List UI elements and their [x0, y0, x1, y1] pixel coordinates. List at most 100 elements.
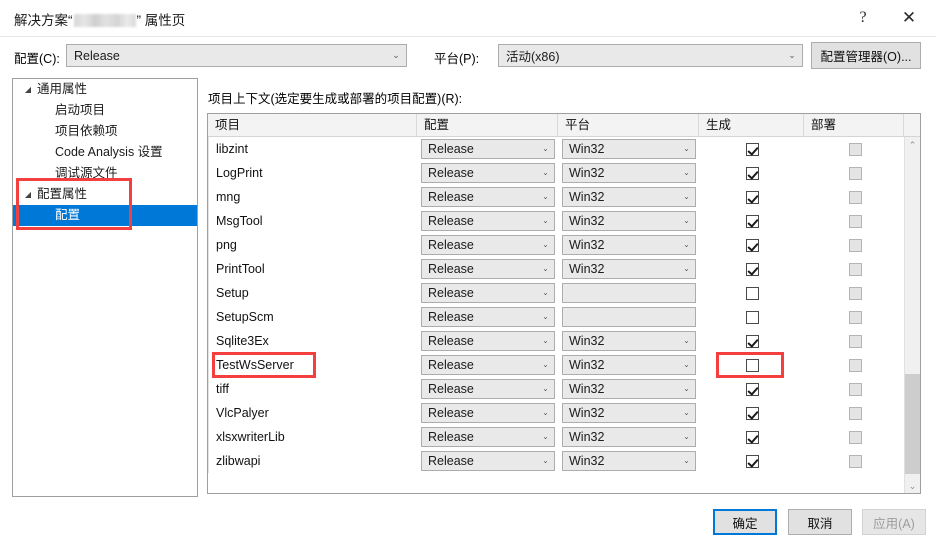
build-checkbox[interactable] — [746, 310, 759, 324]
config-cell-dropdown[interactable]: Release ⌄ — [421, 307, 555, 327]
build-checkbox[interactable] — [746, 334, 759, 348]
platform-cell-dropdown[interactable]: Win32 ⌄ — [562, 163, 696, 183]
scroll-up-icon[interactable]: ⌃ — [905, 137, 920, 153]
tree-item-label: 配置属性 — [37, 187, 88, 201]
config-cell-dropdown[interactable]: Release ⌄ — [421, 259, 555, 279]
chevron-down-icon: ⌄ — [683, 216, 690, 225]
table-row[interactable]: zlibwapi Release ⌄ Win32 ⌄ — [208, 449, 904, 473]
config-cell-dropdown[interactable]: Release ⌄ — [421, 451, 555, 471]
build-checkbox[interactable] — [746, 286, 759, 300]
tree-item-4[interactable]: 调试源文件 — [13, 163, 197, 184]
scrollbar-thumb[interactable] — [905, 374, 920, 474]
column-header-config[interactable]: 配置 — [417, 114, 558, 136]
build-checkbox[interactable] — [746, 142, 759, 156]
table-row[interactable]: MsgTool Release ⌄ Win32 ⌄ — [208, 209, 904, 233]
close-icon[interactable]: ✕ — [888, 0, 930, 36]
platform-cell-dropdown[interactable]: Win32 ⌄ — [562, 403, 696, 423]
build-checkbox[interactable] — [746, 214, 759, 228]
cell-project: xlsxwriterLib — [216, 430, 285, 444]
tree-item-1[interactable]: 启动项目 — [13, 100, 197, 121]
table-row[interactable]: xlsxwriterLib Release ⌄ Win32 ⌄ — [208, 425, 904, 449]
platform-cell-value: Win32 — [569, 214, 605, 228]
config-cell-dropdown[interactable]: Release ⌄ — [421, 379, 555, 399]
config-cell-dropdown[interactable]: Release ⌄ — [421, 427, 555, 447]
platform-cell-dropdown[interactable]: Win32 ⌄ — [562, 355, 696, 375]
platform-cell-dropdown[interactable]: Win32 ⌄ — [562, 139, 696, 159]
config-cell-dropdown[interactable]: Release ⌄ — [421, 163, 555, 183]
cancel-button[interactable]: 取消 — [788, 509, 852, 535]
deploy-checkbox — [848, 310, 862, 324]
build-checkbox[interactable] — [746, 430, 759, 444]
help-icon[interactable]: ? — [842, 0, 884, 36]
build-checkbox[interactable] — [746, 190, 759, 204]
table-row[interactable]: mng Release ⌄ Win32 ⌄ — [208, 185, 904, 209]
column-header-platform[interactable]: 平台 — [558, 114, 699, 136]
config-cell-dropdown[interactable]: Release ⌄ — [421, 211, 555, 231]
table-row[interactable]: PrintTool Release ⌄ Win32 ⌄ — [208, 257, 904, 281]
column-header-deploy[interactable]: 部署 — [804, 114, 904, 136]
config-cell-dropdown[interactable]: Release ⌄ — [421, 355, 555, 375]
config-cell-dropdown[interactable]: Release ⌄ — [421, 235, 555, 255]
platform-cell-dropdown[interactable]: Win32 ⌄ — [562, 259, 696, 279]
configuration-manager-button[interactable]: 配置管理器(O)... — [811, 42, 921, 69]
platform-cell-dropdown[interactable]: ⌄ — [562, 307, 696, 327]
platform-cell-dropdown[interactable]: Win32 ⌄ — [562, 379, 696, 399]
config-cell-dropdown[interactable]: Release ⌄ — [421, 187, 555, 207]
cell-platform: Win32 ⌄ — [559, 353, 700, 377]
cell-build — [700, 329, 805, 353]
table-row[interactable]: Setup Release ⌄ ⌄ — [208, 281, 904, 305]
build-checkbox[interactable] — [746, 262, 759, 276]
table-row[interactable]: LogPrint Release ⌄ Win32 ⌄ — [208, 161, 904, 185]
build-checkbox[interactable] — [746, 358, 759, 372]
tree-item-6[interactable]: 配置 — [13, 205, 197, 226]
expander-icon[interactable]: ◢ — [19, 184, 37, 205]
build-checkbox[interactable] — [746, 238, 759, 252]
tree-item-5[interactable]: ◢ 配置属性 — [13, 184, 197, 205]
platform-cell-value: Win32 — [569, 334, 605, 348]
config-dropdown[interactable]: Release ⌄ — [66, 44, 407, 67]
config-cell-dropdown[interactable]: Release ⌄ — [421, 283, 555, 303]
config-cell-dropdown[interactable]: Release ⌄ — [421, 139, 555, 159]
tree-item-0[interactable]: ◢ 通用属性 — [13, 79, 197, 100]
build-checkbox[interactable] — [746, 406, 759, 420]
build-checkbox[interactable] — [746, 454, 759, 468]
ok-button[interactable]: 确定 — [713, 509, 777, 535]
table-row[interactable]: Sqlite3Ex Release ⌄ Win32 ⌄ — [208, 329, 904, 353]
chevron-down-icon: ⌄ — [542, 432, 549, 441]
table-row[interactable]: TestWsServer Release ⌄ Win32 ⌄ — [208, 353, 904, 377]
platform-cell-dropdown[interactable]: Win32 ⌄ — [562, 235, 696, 255]
table-row[interactable]: png Release ⌄ Win32 ⌄ — [208, 233, 904, 257]
platform-cell-dropdown[interactable]: ⌄ — [562, 283, 696, 303]
platform-cell-dropdown[interactable]: Win32 ⌄ — [562, 211, 696, 231]
table-row[interactable]: VlcPalyer Release ⌄ Win32 ⌄ — [208, 401, 904, 425]
deploy-checkbox — [848, 430, 862, 444]
platform-cell-dropdown[interactable]: Win32 ⌄ — [562, 427, 696, 447]
platform-dropdown[interactable]: 活动(x86) ⌄ — [498, 44, 803, 67]
cell-platform: Win32 ⌄ — [559, 233, 700, 257]
cell-deploy — [805, 281, 905, 305]
list-scrollbar[interactable]: ⌃ ⌄ — [904, 137, 920, 493]
tree-item-3[interactable]: Code Analysis 设置 — [13, 142, 197, 163]
build-checkbox[interactable] — [746, 166, 759, 180]
platform-cell-dropdown[interactable]: Win32 ⌄ — [562, 187, 696, 207]
expander-icon[interactable]: ◢ — [19, 79, 37, 100]
platform-cell-dropdown[interactable]: Win32 ⌄ — [562, 331, 696, 351]
table-row[interactable]: libzint Release ⌄ Win32 ⌄ — [208, 137, 904, 161]
cell-config: Release ⌄ — [418, 209, 559, 233]
config-cell-value: Release — [428, 430, 474, 444]
config-cell-dropdown[interactable]: Release ⌄ — [421, 403, 555, 423]
config-cell-dropdown[interactable]: Release ⌄ — [421, 331, 555, 351]
scroll-down-icon[interactable]: ⌄ — [905, 478, 920, 493]
tree-item-label: 项目依赖项 — [55, 124, 118, 138]
column-header-project[interactable]: 项目 — [208, 114, 417, 136]
cell-project: mng — [216, 190, 241, 204]
cell-project: libzint — [216, 142, 248, 156]
cell-deploy — [805, 449, 905, 473]
tree-item-2[interactable]: 项目依赖项 — [13, 121, 197, 142]
platform-cell-dropdown[interactable]: Win32 ⌄ — [562, 451, 696, 471]
build-checkbox[interactable] — [746, 382, 759, 396]
table-row[interactable]: tiff Release ⌄ Win32 ⌄ — [208, 377, 904, 401]
cell-platform: Win32 ⌄ — [559, 449, 700, 473]
table-row[interactable]: SetupScm Release ⌄ ⌄ — [208, 305, 904, 329]
column-header-build[interactable]: 生成 — [699, 114, 804, 136]
